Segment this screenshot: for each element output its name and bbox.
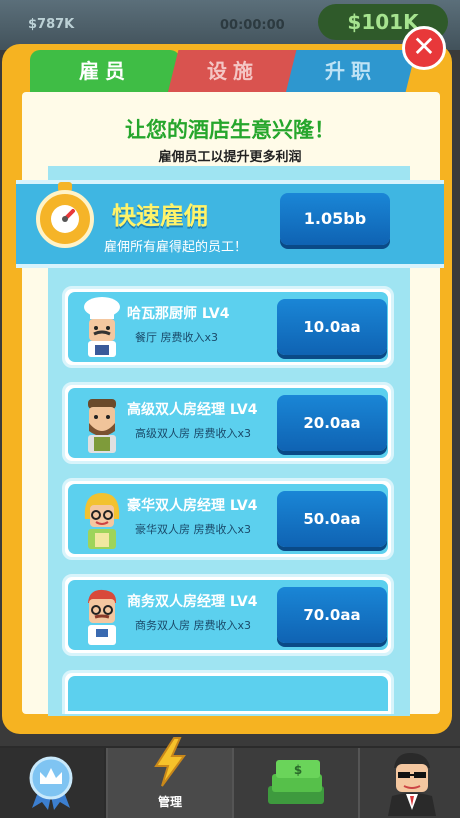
hire-button[interactable]: 50.0aa [277,491,387,547]
top-hud: $787K 00:00:00 $101K [0,0,460,50]
nav-item-boss[interactable] [358,748,460,818]
hire-button[interactable]: 70.0aa [277,587,387,643]
employee-card-business-manager: 商务双人房经理 LV4 商务双人房 房费收入x3 70.0aa [62,574,394,656]
employee-card-deluxe-manager: 高级双人房经理 LV4 高级双人房 房费收入x3 20.0aa [62,382,394,464]
employee-effect: 高级双人房 房费收入x3 [135,427,252,440]
lightning-icon [154,737,186,787]
page-subtitle: 雇佣员工以提升更多利润 [158,150,302,165]
boss-avatar-icon [388,752,436,816]
redhair-manager-avatar-icon [88,589,117,645]
blonde-manager-avatar-icon [84,493,120,549]
tab-hire[interactable]: 雇员 [30,50,180,92]
employee-card-chef: 哈瓦那厨师 LV4 餐厅 房费收入x3 10.0aa [62,286,394,368]
fast-hire-button[interactable]: 1.05bb [280,193,390,245]
employee-card-partial [62,670,394,714]
hire-button[interactable]: 10.0aa [277,299,387,355]
employee-name: 哈瓦那厨师 LV4 [127,306,230,322]
nav-item-crown[interactable] [0,748,104,818]
income-readout: $787K [28,17,75,32]
employee-effect: 餐厅 房费收入x3 [135,331,219,344]
stopwatch-icon [36,190,94,248]
hire-button[interactable]: 20.0aa [277,395,387,451]
nav-label-manage: 管理 [157,795,182,809]
fast-hire-title: 快速雇佣 [112,202,208,230]
page-title: 让您的酒店生意兴隆！ [125,118,335,142]
employee-name: 商务双人房经理 LV4 [127,594,258,610]
fast-hire-description: 雇佣所有雇得起的员工！ [104,240,248,255]
svg-text:$: $ [294,763,302,777]
tab-promote[interactable]: 升职 [286,50,416,92]
close-button[interactable]: ✕ [402,26,446,70]
nav-item-money[interactable]: $ [232,748,358,818]
employee-name: 高级双人房经理 LV4 [127,402,258,418]
employee-effect: 商务双人房 房费收入x3 [135,619,252,632]
employee-effect: 豪华双人房 房费收入x3 [135,523,252,536]
timer-readout: 00:00:00 [220,18,285,33]
bearded-manager-avatar-icon [88,399,116,453]
employee-name: 豪华双人房经理 LV4 [127,498,258,514]
card-background [68,676,388,711]
crown-badge-icon [29,756,73,810]
money-stack-icon: $ [268,760,324,804]
chef-avatar-icon [84,297,120,357]
tab-facility[interactable]: 设施 [168,50,298,92]
employee-card-luxury-manager: 豪华双人房经理 LV4 豪华双人房 房费收入x3 50.0aa [62,478,394,560]
nav-item-manage[interactable]: 管理 [106,737,232,818]
